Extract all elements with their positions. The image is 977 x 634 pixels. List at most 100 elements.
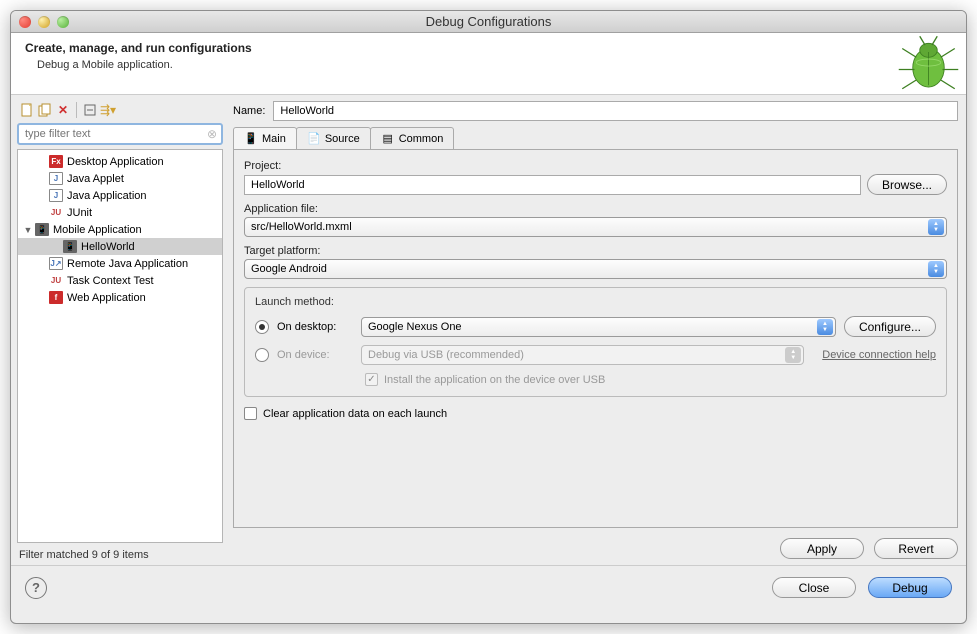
launch-method-title: Launch method: [255,296,936,308]
desktop-device-select[interactable]: Google Nexus One ▲▼ [361,317,836,337]
revert-button[interactable]: Revert [874,538,958,559]
footer: ? Close Debug [11,565,966,609]
on-desktop-radio[interactable] [255,320,269,334]
tab-label: Source [325,133,360,145]
tree-item-java-application[interactable]: JJava Application [18,187,222,204]
select-arrows-icon: ▲▼ [928,219,944,235]
appfile-value: src/HelloWorld.mxml [251,221,352,233]
install-over-usb-checkbox [365,373,378,386]
target-label: Target platform: [244,245,947,257]
filter-menu-icon[interactable]: ⇶▾ [100,102,116,118]
debug-bug-icon [890,31,960,101]
help-icon[interactable]: ? [25,577,47,599]
appfile-label: Application file: [244,203,947,215]
config-type-icon: 📱 [62,240,78,254]
config-tree[interactable]: FxDesktop ApplicationJJava AppletJJava A… [17,149,223,543]
clear-filter-icon[interactable]: ⊗ [207,127,217,141]
on-device-label: On device: [277,349,353,361]
tab-label: Main [262,133,286,145]
filter-input[interactable] [23,127,207,141]
name-row: Name: [233,101,958,121]
tree-item-web-application[interactable]: fWeb Application [18,289,222,306]
collapse-all-icon[interactable] [82,102,98,118]
main-area: ✕ ⇶▾ ⊗ FxDesktop ApplicationJJava Applet… [11,95,966,565]
tree-item-label: Java Application [67,190,147,202]
on-device-radio[interactable] [255,348,269,362]
select-arrows-icon: ▲▼ [817,319,833,335]
debug-button[interactable]: Debug [868,577,952,598]
right-panel: Name: 📱 Main 📄 Source ▤ Common Project: Brows… [229,95,966,565]
config-toolbar: ✕ ⇶▾ [17,99,223,121]
name-label: Name: [233,105,265,117]
config-type-icon: JU [48,274,64,288]
project-input[interactable] [244,175,861,195]
on-desktop-label: On desktop: [277,321,353,333]
source-tab-icon: 📄 [307,132,321,146]
config-actions: Apply Revert [233,528,958,559]
tree-item-label: Desktop Application [67,156,164,168]
main-tab-panel: Project: Browse... Application file: src… [233,150,958,528]
tree-item-mobile-application[interactable]: ▼📱Mobile Application [18,221,222,238]
config-type-icon: J [48,189,64,203]
toolbar-separator [76,102,77,118]
config-type-icon: J [48,172,64,186]
config-type-icon: JU [48,206,64,220]
tree-item-label: JUnit [67,207,92,219]
select-arrows-icon: ▲▼ [928,261,944,277]
window-title: Debug Configurations [11,14,966,29]
configure-button[interactable]: Configure... [844,316,936,337]
config-type-icon: Fx [48,155,64,169]
device-method-select: Debug via USB (recommended) ▲▼ [361,345,804,365]
config-type-icon: f [48,291,64,305]
delete-config-icon[interactable]: ✕ [55,102,71,118]
tree-item-junit[interactable]: JUJUnit [18,204,222,221]
config-type-icon: 📱 [34,223,50,237]
tree-item-java-applet[interactable]: JJava Applet [18,170,222,187]
clear-data-checkbox[interactable] [244,407,257,420]
target-select[interactable]: Google Android ▲▼ [244,259,947,279]
device-help-link[interactable]: Device connection help [822,349,936,361]
device-method-value: Debug via USB (recommended) [368,349,524,361]
tab-main[interactable]: 📱 Main [233,127,297,149]
tree-item-label: HelloWorld [81,241,135,253]
desktop-device-value: Google Nexus One [368,321,462,333]
tab-label: Common [399,133,444,145]
banner: Create, manage, and run configurations D… [11,33,966,95]
duplicate-config-icon[interactable] [37,102,53,118]
tree-item-label: Web Application [67,292,146,304]
new-config-icon[interactable] [19,102,35,118]
tree-item-label: Java Applet [67,173,124,185]
titlebar: Debug Configurations [11,11,966,33]
tab-common[interactable]: ▤ Common [370,127,455,149]
tree-item-remote-java-application[interactable]: J↗Remote Java Application [18,255,222,272]
left-panel: ✕ ⇶▾ ⊗ FxDesktop ApplicationJJava Applet… [11,95,229,565]
filter-box[interactable]: ⊗ [17,123,223,145]
tree-item-desktop-application[interactable]: FxDesktop Application [18,153,222,170]
install-over-usb-label: Install the application on the device ov… [384,374,605,386]
appfile-select[interactable]: src/HelloWorld.mxml ▲▼ [244,217,947,237]
filter-status: Filter matched 9 of 9 items [17,543,223,561]
banner-subtext: Debug a Mobile application. [37,59,952,71]
tree-item-label: Remote Java Application [67,258,188,270]
debug-configurations-window: Debug Configurations Create, manage, and… [10,10,967,624]
common-tab-icon: ▤ [381,132,395,146]
tree-item-label: Task Context Test [67,275,154,287]
config-type-icon: J↗ [48,257,64,271]
clear-data-label: Clear application data on each launch [263,408,447,420]
apply-button[interactable]: Apply [780,538,864,559]
banner-heading: Create, manage, and run configurations [25,41,952,55]
close-button[interactable]: Close [772,577,856,598]
target-value: Google Android [251,263,327,275]
tree-item-task-context-test[interactable]: JUTask Context Test [18,272,222,289]
tab-source[interactable]: 📄 Source [296,127,371,149]
project-label: Project: [244,160,947,172]
tree-item-helloworld[interactable]: 📱HelloWorld [18,238,222,255]
tree-item-label: Mobile Application [53,224,142,236]
disclosure-triangle-icon[interactable]: ▼ [22,225,34,235]
name-input[interactable] [273,101,958,121]
select-arrows-icon: ▲▼ [785,347,801,363]
main-tab-icon: 📱 [244,132,258,146]
tab-bar: 📱 Main 📄 Source ▤ Common [233,127,958,150]
browse-button[interactable]: Browse... [867,174,947,195]
launch-method-group: Launch method: On desktop: Google Nexus … [244,287,947,397]
